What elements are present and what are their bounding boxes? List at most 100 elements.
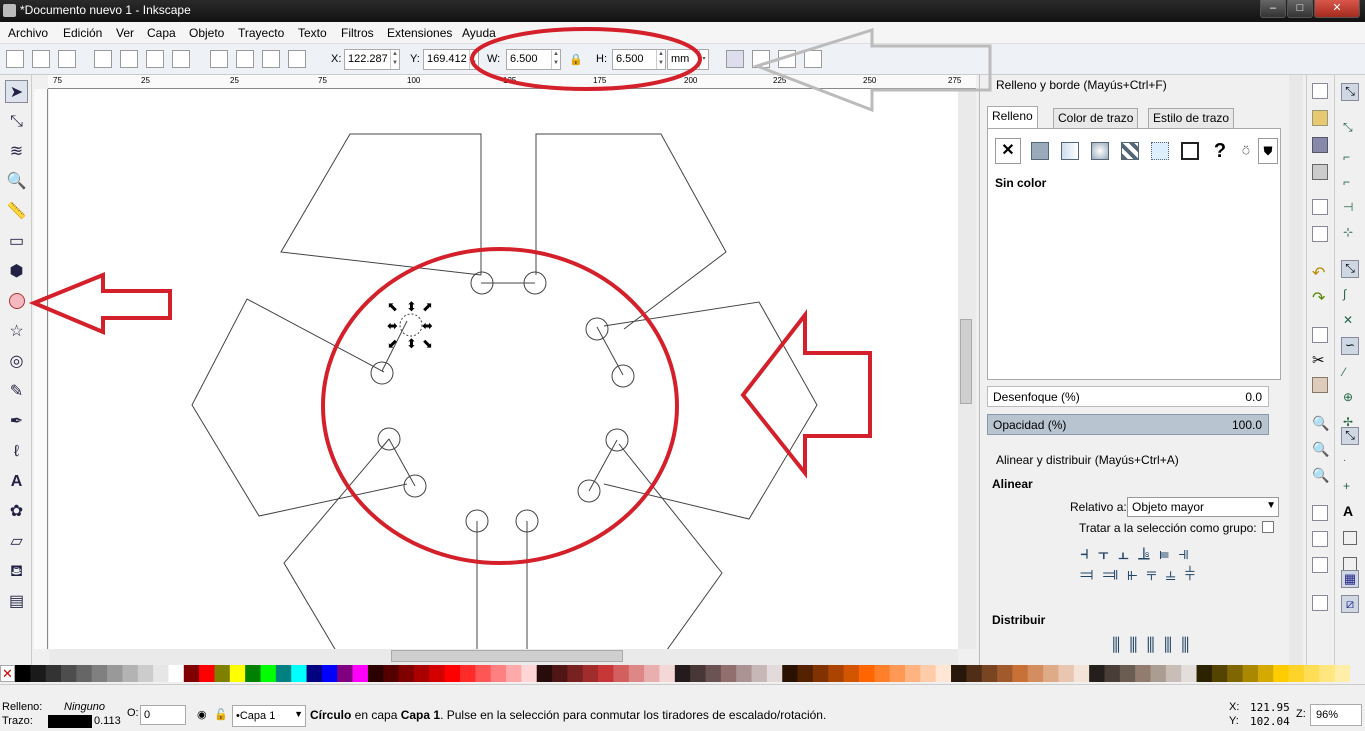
new-document-icon[interactable] [1312,83,1328,99]
rectangle-tool-icon[interactable]: ▭ [5,230,28,253]
lower-to-bottom-icon[interactable] [288,50,306,68]
menu-archivo[interactable]: Archivo [8,26,48,40]
palette-swatch[interactable] [321,665,338,682]
current-layer-select[interactable]: •Capa 1 ▼ [232,705,306,727]
spray-tool-icon[interactable]: ✿ [5,500,28,523]
zoom-input[interactable]: 96% [1310,704,1362,726]
palette-swatch[interactable] [736,665,753,682]
blur-slider[interactable]: Desenfoque (%) 0.0 [987,386,1269,407]
zoom-drawing-icon[interactable]: 🔍 [1312,441,1329,458]
snap-enable-icon[interactable]: ⤡ [1341,83,1359,101]
palette-swatch[interactable] [690,665,707,682]
palette-swatch[interactable] [951,665,967,682]
paint-flat-button[interactable] [1027,138,1053,164]
path[interactable] [280,133,482,276]
scale-handle-icon[interactable]: ⬈ [422,300,433,315]
open-icon[interactable] [1312,110,1328,126]
palette-swatch[interactable] [705,665,722,682]
palette-swatch[interactable] [1257,665,1274,682]
palette-swatch[interactable] [782,665,799,682]
palette-swatch[interactable] [1288,665,1305,682]
node-tool-icon[interactable]: ⤡ [5,110,28,133]
palette-swatch[interactable] [398,665,415,682]
save-icon[interactable] [1312,137,1328,153]
palette-swatch[interactable] [674,665,691,682]
drawing-canvas[interactable]: ⬉ ⬍ ⬈ ⬌ ⬌ ⬋ ⬍ ⬊ [49,89,958,649]
canvas-horizontal-scrollbar[interactable] [49,649,958,665]
palette-swatch[interactable] [598,665,614,682]
palette-swatch[interactable] [506,665,522,682]
palette-swatch[interactable] [337,665,354,682]
ellipse-tool-icon[interactable] [5,290,28,313]
paint-swatch-button[interactable] [1147,138,1173,164]
selection-handles[interactable]: ⬉ ⬍ ⬈ ⬌ ⬌ ⬋ ⬍ ⬊ [387,300,433,352]
scale-stroke-icon[interactable] [726,50,744,68]
scale-handle-icon[interactable]: ⬍ [406,300,417,315]
palette-swatch[interactable] [183,665,200,682]
palette-swatch[interactable] [1196,665,1213,682]
menu-filtros[interactable]: Filtros [341,26,374,40]
palette-swatch[interactable] [15,665,31,682]
scale-handle-icon[interactable]: ⬋ [387,337,398,352]
hole-circle[interactable] [611,364,635,388]
palette-swatch[interactable] [1273,665,1290,682]
path[interactable] [596,326,624,376]
palette-swatch[interactable] [229,665,246,682]
palette-swatch[interactable] [76,665,93,682]
snap-bbox-corner-icon[interactable]: ⌐ [1343,175,1350,189]
raise-to-top-icon[interactable] [210,50,228,68]
palette-swatch[interactable] [644,665,660,682]
scale-handle-icon[interactable]: ⬍ [406,337,417,352]
palette-swatch[interactable] [567,665,584,682]
palette-swatch[interactable] [843,665,860,682]
palette-swatch[interactable] [874,665,891,682]
width-input[interactable]: 6.500 ▲ ▼ [506,49,561,70]
pencil-tool-icon[interactable]: ✎ [5,380,28,403]
palette-swatch[interactable] [367,665,384,682]
palette-swatch[interactable] [920,665,937,682]
snap-bbox-icon[interactable]: ⤡ [1343,120,1353,135]
pen-tool-icon[interactable]: ✒ [5,410,28,433]
opacity-status-input[interactable]: 0 [140,705,186,725]
menu-ayuda[interactable]: Ayuda [462,26,496,40]
palette-swatch[interactable] [858,665,875,682]
menu-trayecto[interactable]: Trayecto [238,26,284,40]
drawing-svg[interactable]: ⬉ ⬍ ⬈ ⬌ ⬌ ⬋ ⬍ ⬊ [49,89,958,649]
fill-rule-evenodd-icon[interactable]: ⍥ [1233,138,1259,164]
menu-capa[interactable]: Capa [147,26,176,40]
stroke-width-value[interactable]: 0.113 [94,715,121,727]
height-input[interactable]: 6.500 ▲ ▼ [612,49,666,70]
tweak-tool-icon[interactable]: ≋ [5,140,28,163]
palette-swatch[interactable] [659,665,676,682]
import-icon[interactable] [1312,199,1328,215]
x-input[interactable]: 122.287 ▲ ▼ [344,49,400,70]
flip-vertical-icon[interactable] [172,50,190,68]
calligraphy-tool-icon[interactable]: ℓ [5,440,28,463]
palette-swatch[interactable] [122,665,139,682]
tab-stroke-paint[interactable]: Color de trazo [1053,108,1139,128]
palette-swatch[interactable] [582,665,599,682]
fill-indicator-value[interactable]: Ninguno [64,701,105,713]
paint-none-button[interactable]: ✕ [995,138,1021,164]
color-palette[interactable]: ✕ [0,665,1365,684]
undo-icon[interactable]: ↶ [1312,263,1325,283]
palette-swatch[interactable] [935,665,952,682]
palette-swatch[interactable] [490,665,507,682]
snap-page-border-icon[interactable]: ⤡ [1341,427,1359,445]
scale-handle-icon[interactable]: ⬉ [387,300,398,315]
palette-swatch[interactable] [214,665,231,682]
palette-swatches[interactable] [15,665,1350,682]
scale-handle-icon[interactable]: ⬌ [387,319,398,334]
palette-swatch[interactable] [291,665,308,682]
snap-bbox-center-icon[interactable]: ⊹ [1343,225,1353,239]
palette-swatch[interactable] [905,665,921,682]
layer-lock-icon[interactable]: 🔓 [214,708,228,721]
palette-swatch[interactable] [1181,665,1198,682]
opacity-slider[interactable]: Opacidad (%) 100.0 [987,414,1269,435]
palette-swatch[interactable] [460,665,476,682]
palette-swatch[interactable] [812,665,829,682]
lower-icon[interactable] [262,50,280,68]
paint-unset-button[interactable] [1177,138,1203,164]
raise-icon[interactable] [236,50,254,68]
palette-swatch[interactable] [1012,665,1029,682]
